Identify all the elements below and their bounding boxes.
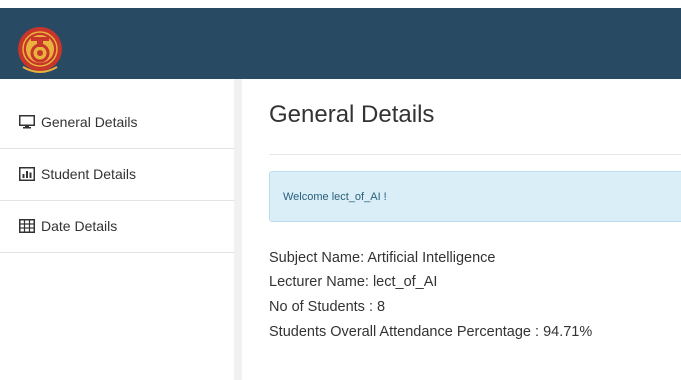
subject-name: Subject Name: Artificial Intelligence <box>269 250 496 266</box>
bar-chart-icon <box>19 167 35 181</box>
sidebar-item-general-details[interactable]: General Details <box>0 96 234 149</box>
student-count: No of Students : 8 <box>269 299 386 315</box>
welcome-message: Welcome lect_of_AI ! <box>283 190 387 203</box>
sidebar-gutter <box>234 79 242 380</box>
welcome-alert: Welcome lect_of_AI ! <box>269 171 681 222</box>
table-icon <box>19 219 35 233</box>
top-navbar <box>0 8 681 79</box>
lecturer-name: Lecturer Name: lect_of_AI <box>269 274 438 290</box>
institution-crest-icon[interactable] <box>17 23 63 77</box>
monitor-icon <box>19 115 35 129</box>
sidebar: General Details Student Details Date Det… <box>0 79 234 380</box>
page-title: General Details <box>269 101 435 128</box>
attendance-percentage: Students Overall Attendance Percentage :… <box>269 324 593 340</box>
sidebar-item-label: General Details <box>41 114 138 130</box>
sidebar-item-label: Date Details <box>41 218 118 234</box>
main-content: General Details Welcome lect_of_AI ! Sub… <box>242 79 681 380</box>
sidebar-item-student-details[interactable]: Student Details <box>0 148 234 201</box>
sidebar-item-date-details[interactable]: Date Details <box>0 200 234 253</box>
sidebar-item-label: Student Details <box>41 166 136 182</box>
title-divider <box>269 154 681 155</box>
